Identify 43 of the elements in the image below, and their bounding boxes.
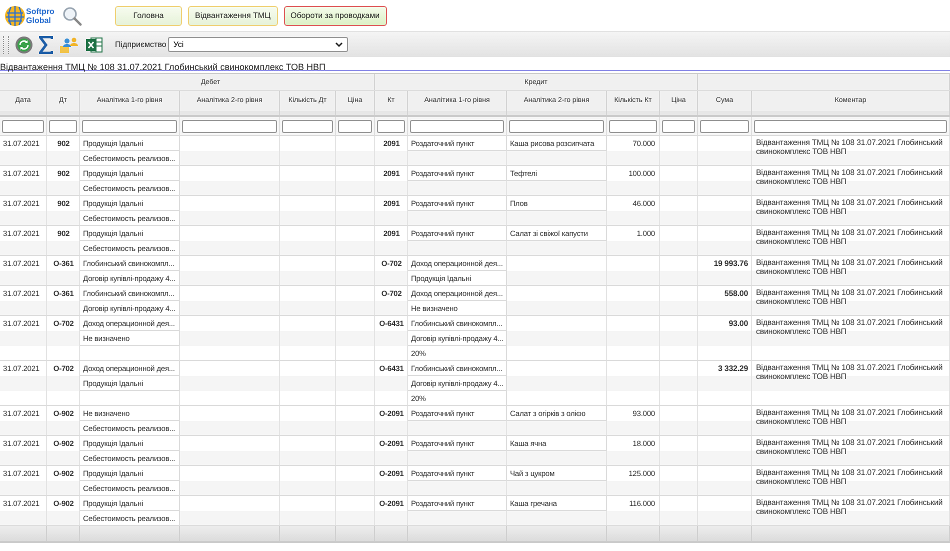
table-cell-text: Відвантаження ТМЦ № 108 31.07.2021 Глобинський свинокомплекс ТОВ НВП bbox=[755, 167, 944, 188]
table-cell-text: 558.00 bbox=[723, 288, 749, 300]
table-cell-text: Відвантаження ТМЦ № 108 31.07.2021 Глобинський свинокомплекс ТОВ НВП bbox=[755, 287, 944, 308]
refresh-icon[interactable] bbox=[15, 36, 33, 54]
table-cell-text: Відвантаження ТМЦ № 108 31.07.2021 Глобинський свинокомплекс ТОВ НВП bbox=[755, 257, 944, 278]
filter-field[interactable] bbox=[282, 120, 333, 132]
globe-icon bbox=[4, 4, 26, 26]
table-cell-text: Відвантаження ТМЦ № 108 31.07.2021 Глобинський свинокомплекс ТОВ НВП bbox=[755, 227, 944, 248]
nav-button[interactable]: Головна bbox=[115, 6, 182, 26]
document-title: Відвантаження ТМЦ № 108 31.07.2021 Глобинський свинокомплекс ТОВ НВП bbox=[0, 62, 326, 72]
logo-text: Softpro Global bbox=[26, 6, 56, 24]
table-cell-text: Відвантаження ТМЦ № 108 31.07.2021 Глобинський свинокомплекс ТОВ НВП bbox=[755, 362, 944, 383]
table-cell-text: Відвантаження ТМЦ № 108 31.07.2021 Глобинський свинокомплекс ТОВ НВП bbox=[755, 197, 944, 218]
filter-field[interactable] bbox=[82, 120, 177, 132]
table-cell-text: Відвантаження ТМЦ № 108 31.07.2021 Глобинський свинокомплекс ТОВ НВП bbox=[755, 137, 944, 158]
table-cell-text: Відвантаження ТМЦ № 108 31.07.2021 Глобинський свинокомплекс ТОВ НВП bbox=[755, 497, 944, 518]
filter-field[interactable] bbox=[662, 120, 695, 132]
filter-field[interactable] bbox=[609, 120, 657, 132]
nav-button[interactable]: Відвантаження ТМЦ bbox=[188, 6, 278, 26]
table-cell-text: 3 332.29 bbox=[717, 363, 749, 375]
users-icon[interactable] bbox=[59, 36, 79, 54]
caret-icon bbox=[335, 42, 344, 48]
nav-button[interactable]: Обороти за проводками bbox=[284, 6, 387, 26]
table-cell-text: 19 993.76 bbox=[712, 258, 749, 270]
filter-field[interactable] bbox=[509, 120, 604, 132]
table-cell-text: Відвантаження ТМЦ № 108 31.07.2021 Глобинський свинокомплекс ТОВ НВП bbox=[755, 317, 944, 338]
search-icon[interactable] bbox=[62, 6, 82, 26]
spreadsheet-icon[interactable] bbox=[85, 36, 103, 54]
company-select[interactable]: Усі bbox=[168, 37, 348, 52]
filter-field[interactable] bbox=[49, 120, 77, 132]
filter-field[interactable] bbox=[700, 120, 749, 132]
filter-field[interactable] bbox=[338, 120, 372, 132]
table-cell-text: Відвантаження ТМЦ № 108 31.07.2021 Глобинський свинокомплекс ТОВ НВП bbox=[755, 437, 944, 458]
filter-field[interactable] bbox=[754, 120, 947, 132]
filter-field[interactable] bbox=[377, 120, 405, 132]
table-cell-text: 93.00 bbox=[728, 318, 749, 330]
filter-field[interactable] bbox=[2, 120, 44, 132]
sum-icon[interactable] bbox=[39, 36, 53, 54]
table-cell-text: Відвантаження ТМЦ № 108 31.07.2021 Глобинський свинокомплекс ТОВ НВП bbox=[755, 467, 944, 488]
company-label: Підприємство bbox=[115, 40, 166, 49]
filter-field[interactable] bbox=[410, 120, 504, 132]
table-cell-text: Відвантаження ТМЦ № 108 31.07.2021 Глобинський свинокомплекс ТОВ НВП bbox=[755, 407, 944, 428]
filter-field[interactable] bbox=[182, 120, 277, 132]
